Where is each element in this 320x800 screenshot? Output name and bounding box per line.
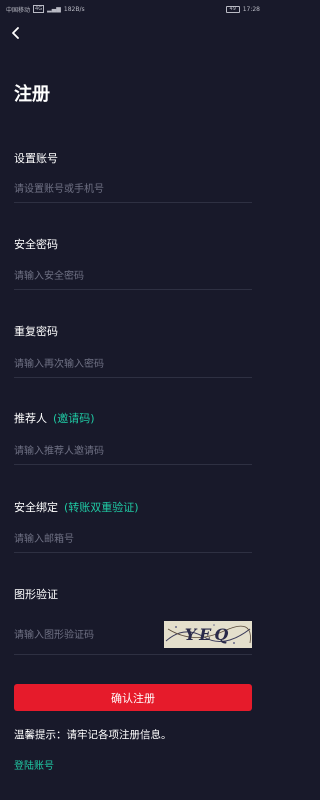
password-input[interactable] [14,264,252,290]
email-label: 安全绑定 (转账双重验证) [14,499,139,515]
referrer-label-text: 推荐人 [14,412,47,425]
email-note: (转账双重验证) [64,501,139,514]
captcha-label: 图形验证 [14,588,58,601]
referrer-input[interactable] [14,439,252,465]
email-label-text: 安全绑定 [14,501,58,514]
network-icon: 4G [33,5,45,13]
password-label: 安全密码 [14,238,58,251]
referrer-note: (邀请码) [53,412,95,425]
repeat-password-input[interactable] [14,352,252,378]
back-button[interactable] [6,24,24,42]
captcha-image[interactable]: YEQ [164,621,252,648]
captcha-divider [14,654,252,655]
account-input[interactable] [14,177,252,203]
clock: 17:28 [242,5,260,13]
captcha-input[interactable] [14,622,160,648]
chevron-left-icon [11,27,19,39]
account-label: 设置账号 [14,152,58,165]
carrier-text: 中国移动 [6,6,31,14]
login-link[interactable]: 登陆账号 [14,757,54,772]
page-title: 注册 [14,84,50,105]
status-right: 49 17:28 [225,5,260,13]
status-left: 中国移动 4G ▂▄▆ 182B/s [6,5,85,14]
battery-icon: 49 [225,5,240,13]
submit-register-button[interactable]: 确认注册 [14,684,252,711]
referrer-label: 推荐人 (邀请码) [14,410,95,426]
tip-text: 温馨提示：请牢记各项注册信息。 [14,729,172,741]
network-speed: 182B/s [63,5,85,13]
captcha-picture: YEQ [164,621,252,648]
signal-icon: ▂▄▆ [47,5,61,13]
captcha-text: YEQ [185,625,232,644]
repeat-password-label: 重复密码 [14,325,58,338]
email-input[interactable] [14,527,252,553]
status-bar: 中国移动 4G ▂▄▆ 182B/s 49 17:28 [0,0,266,18]
